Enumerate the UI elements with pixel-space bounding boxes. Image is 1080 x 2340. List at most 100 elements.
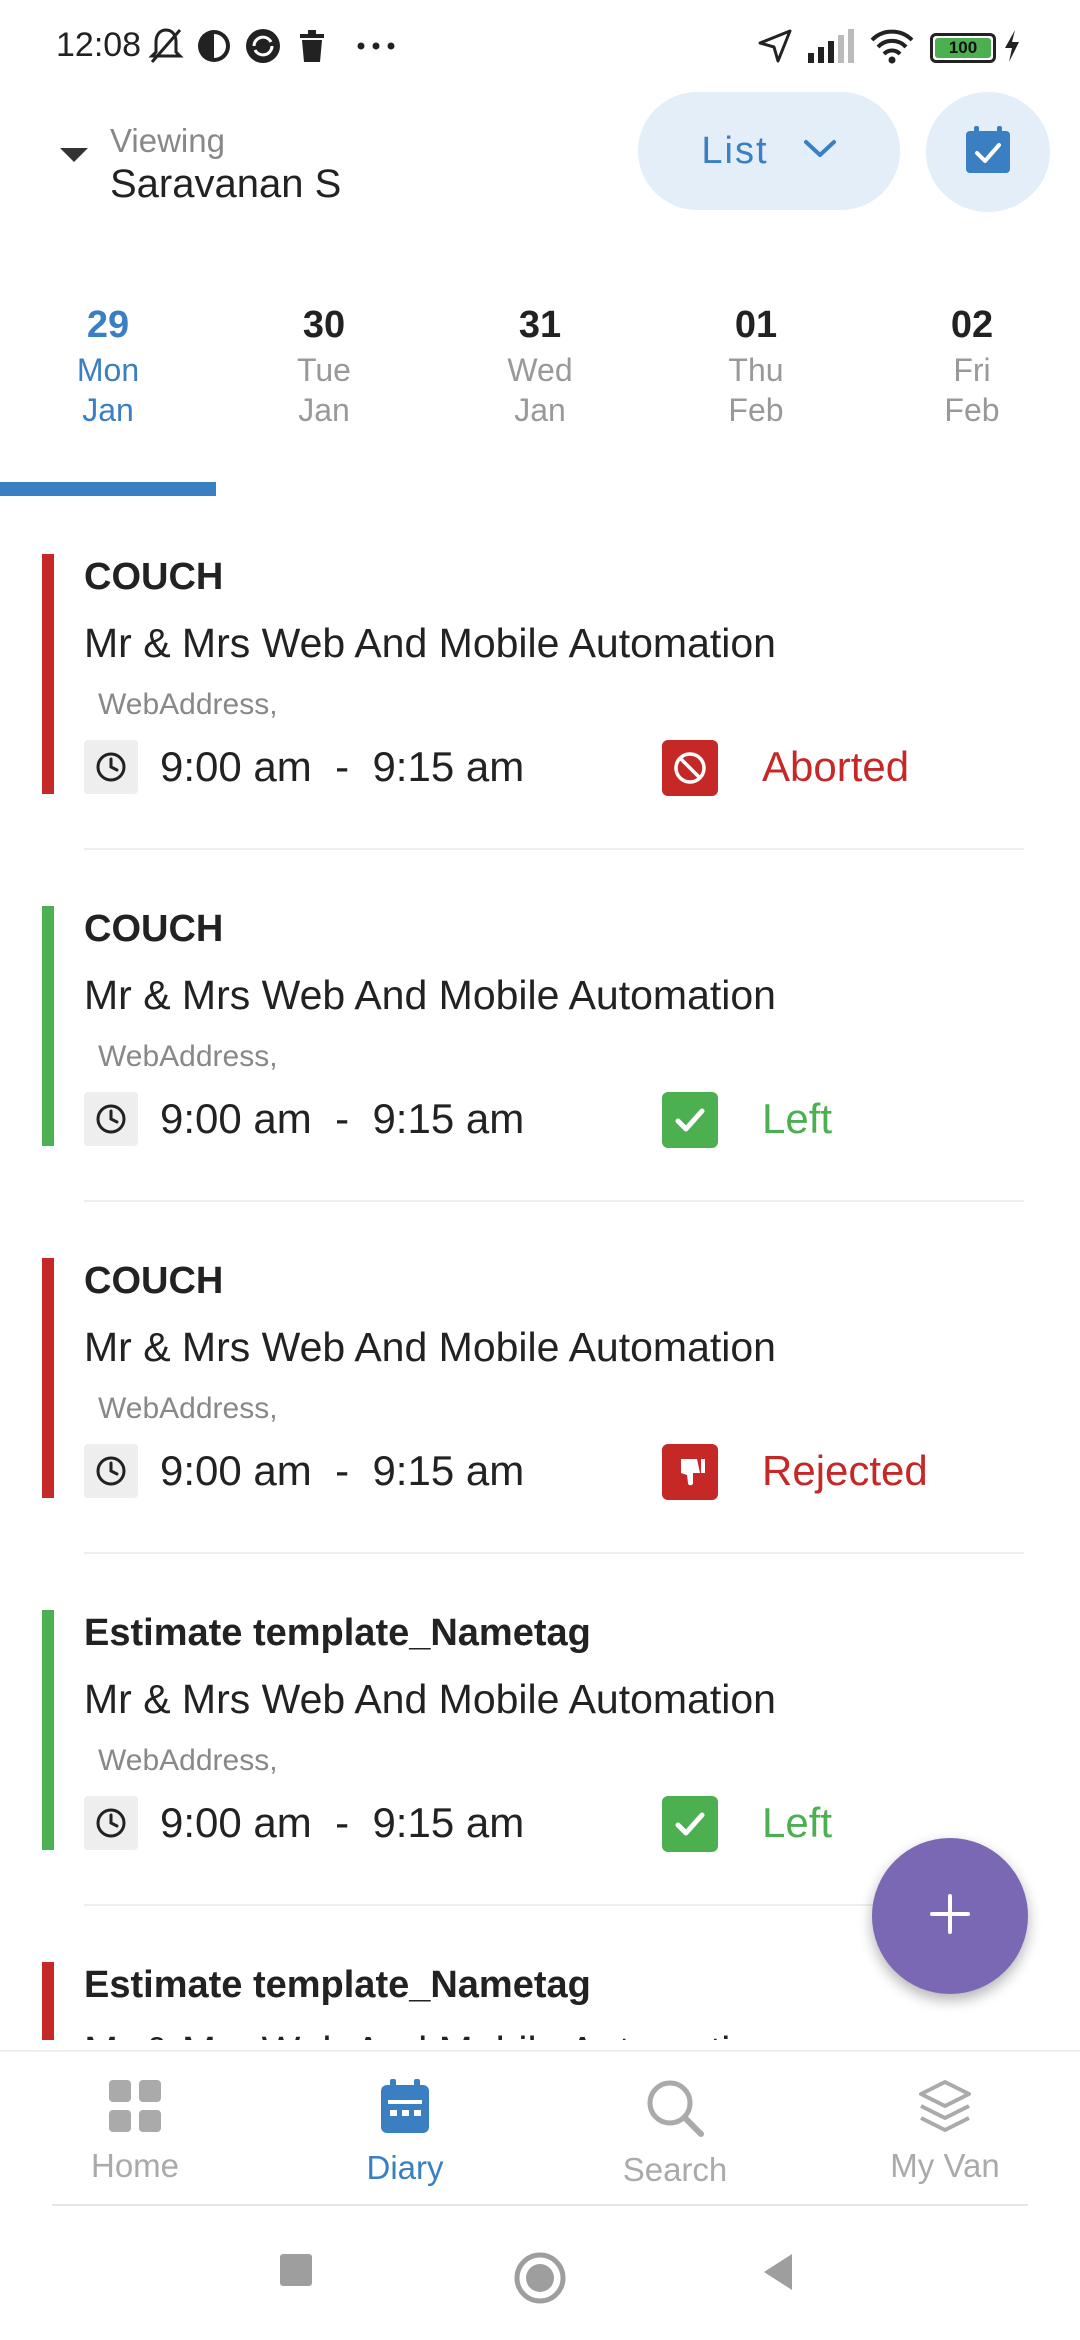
appointment-address: WebAddress, xyxy=(98,1392,278,1425)
thumbs-down-icon xyxy=(662,1444,718,1500)
layers-icon xyxy=(917,2078,973,2139)
status-color-bar xyxy=(42,1962,54,2040)
status-color-bar xyxy=(42,554,54,794)
selected-date-indicator xyxy=(0,482,216,496)
end-time: 9:15 am xyxy=(372,1799,525,1846)
appointment-card[interactable]: COUCH Mr & Mrs Web And Mobile Automation… xyxy=(0,892,1080,1244)
status-color-bar xyxy=(42,1258,54,1498)
status-color-bar xyxy=(42,906,54,1146)
appointment-customer: Mr & Mrs Web And Mobile Automation xyxy=(84,1676,776,1722)
date-weekday: Thu xyxy=(728,352,784,388)
date-day: 31 xyxy=(518,304,562,346)
date-day: 30 xyxy=(302,304,346,346)
sync-icon xyxy=(244,26,282,66)
appointment-title: Estimate template_Nametag xyxy=(84,1612,591,1654)
date-month: Jan xyxy=(82,392,134,428)
calendar-button[interactable] xyxy=(926,92,1050,212)
appointment-address: WebAddress, xyxy=(98,1040,278,1073)
calendar-check-icon xyxy=(964,125,1012,180)
back-button[interactable] xyxy=(758,2250,798,2294)
nav-label: My Van xyxy=(890,2147,1000,2184)
clock-icon xyxy=(84,1444,138,1498)
nav-label: Home xyxy=(90,2147,180,2184)
start-time: 9:00 am xyxy=(160,1799,312,1846)
date-strip: 29 Mon Jan 30 Tue Jan 31 Wed Jan 01 Thu … xyxy=(0,300,1080,450)
appointment-status: Left xyxy=(762,1799,833,1846)
appointment-list[interactable]: COUCH Mr & Mrs Web And Mobile Automation… xyxy=(0,540,1080,2040)
clock-icon xyxy=(84,1796,138,1850)
status-time: 12:08 xyxy=(56,26,142,64)
appointment-address: WebAddress, xyxy=(98,688,278,721)
date-weekday: Fri xyxy=(953,352,991,388)
date-tab[interactable]: 29 Mon Jan xyxy=(0,300,216,450)
add-appointment-button[interactable] xyxy=(872,1838,1028,1994)
date-day: 01 xyxy=(734,304,778,346)
appointment-status: Rejected xyxy=(762,1447,928,1494)
appointment-customer: Mr & Mrs Web And Mobile Automation xyxy=(84,1324,776,1370)
time-separator: - xyxy=(335,1447,350,1494)
nav-my-van[interactable]: My Van xyxy=(810,2052,1080,2206)
date-weekday: Mon xyxy=(76,352,140,388)
charging-icon xyxy=(1002,26,1022,66)
divider xyxy=(84,848,1024,850)
divider xyxy=(52,2204,1028,2206)
nav-label: Diary xyxy=(366,2149,444,2186)
appointment-title: COUCH xyxy=(84,908,224,950)
appointment-status: Left xyxy=(762,1095,833,1142)
calendar-icon xyxy=(378,2078,432,2141)
status-color-bar xyxy=(42,1610,54,1850)
trash-icon xyxy=(296,26,328,66)
recent-apps-button[interactable] xyxy=(276,2250,316,2290)
date-day: 29 xyxy=(86,304,130,346)
checkbox-icon xyxy=(662,1796,718,1852)
appointment-title: COUCH xyxy=(84,1260,224,1302)
date-weekday: Wed xyxy=(507,352,573,388)
nav-home[interactable]: Home xyxy=(0,2052,270,2206)
date-weekday: Tue xyxy=(297,352,351,388)
signal-icon xyxy=(806,26,856,66)
appointment-card[interactable]: COUCH Mr & Mrs Web And Mobile Automation… xyxy=(0,1244,1080,1596)
nav-search[interactable]: Search xyxy=(540,2052,810,2206)
start-time: 9:00 am xyxy=(160,1447,312,1494)
time-separator: - xyxy=(335,1799,350,1846)
clock-icon xyxy=(84,740,138,794)
appointment-customer: Mr & Mrs Web And Mobile Automation xyxy=(84,2028,776,2040)
start-time: 9:00 am xyxy=(160,743,312,790)
caret-down-icon xyxy=(60,148,88,162)
date-month: Jan xyxy=(514,392,566,428)
chevron-down-icon xyxy=(803,139,837,164)
plus-icon xyxy=(928,1892,972,1941)
appointment-status: Aborted xyxy=(762,743,910,790)
end-time: 9:15 am xyxy=(372,1095,525,1142)
appointment-time: 9:00 am - 9:15 am xyxy=(160,1447,524,1495)
appointment-time: 9:00 am - 9:15 am xyxy=(160,1799,524,1847)
appointment-title: COUCH xyxy=(84,556,224,598)
time-separator: - xyxy=(335,743,350,790)
battery-level: 100 xyxy=(935,38,991,58)
mute-icon xyxy=(148,26,184,66)
date-tab[interactable]: 30 Tue Jan xyxy=(216,300,432,450)
appointment-card[interactable]: COUCH Mr & Mrs Web And Mobile Automation… xyxy=(0,540,1080,892)
end-time: 9:15 am xyxy=(372,743,525,790)
appointment-time: 9:00 am - 9:15 am xyxy=(160,743,524,791)
appointment-address: WebAddress, xyxy=(98,1744,278,1777)
date-month: Jan xyxy=(298,392,350,428)
home-button[interactable] xyxy=(512,2250,568,2306)
system-navigation xyxy=(0,2210,1080,2340)
wifi-icon xyxy=(868,26,916,66)
date-day: 02 xyxy=(950,304,994,346)
date-tab[interactable]: 01 Thu Feb xyxy=(648,300,864,450)
battery-icon: 100 xyxy=(930,33,996,63)
time-separator: - xyxy=(335,1095,350,1142)
date-tab[interactable]: 31 Wed Jan xyxy=(432,300,648,450)
view-mode-dropdown[interactable]: List xyxy=(638,92,900,210)
date-tab[interactable]: 02 Fri Feb xyxy=(864,300,1080,450)
location-icon xyxy=(756,26,794,66)
nav-label: Search xyxy=(622,2151,728,2188)
divider xyxy=(84,1200,1024,1202)
divider xyxy=(84,1552,1024,1554)
no-entry-icon xyxy=(662,740,718,796)
app-icon xyxy=(196,26,232,66)
more-icon xyxy=(356,26,396,66)
nav-diary[interactable]: Diary xyxy=(270,2052,540,2206)
